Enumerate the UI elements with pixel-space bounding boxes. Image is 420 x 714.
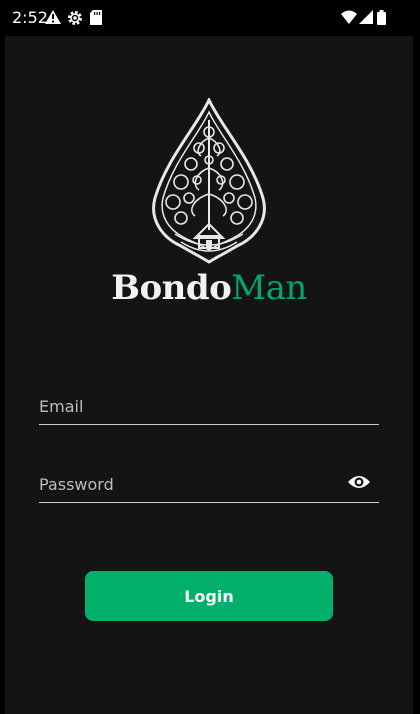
- wayang-gunungan-logo: [152, 98, 266, 264]
- status-bar: 2:52: [0, 0, 420, 36]
- sd-card-icon: [90, 10, 102, 25]
- status-time: 2:52: [12, 8, 48, 27]
- brand-name-part1: Bondo: [111, 268, 232, 308]
- brand-name-part2: Man: [231, 268, 307, 308]
- email-input[interactable]: [39, 394, 339, 418]
- password-input[interactable]: [39, 472, 339, 496]
- login-button[interactable]: Login: [85, 571, 333, 621]
- app-brand-title: BondoMan: [5, 268, 413, 308]
- password-field-container: [39, 462, 379, 503]
- battery-icon: [377, 10, 386, 25]
- eye-icon[interactable]: [347, 474, 371, 490]
- signal-icon: [359, 10, 373, 24]
- email-field-container: [39, 384, 379, 425]
- warning-icon: [45, 10, 61, 24]
- login-screen: BondoMan Login: [5, 36, 413, 714]
- settings-icon: [68, 11, 82, 25]
- wifi-icon: [341, 10, 357, 24]
